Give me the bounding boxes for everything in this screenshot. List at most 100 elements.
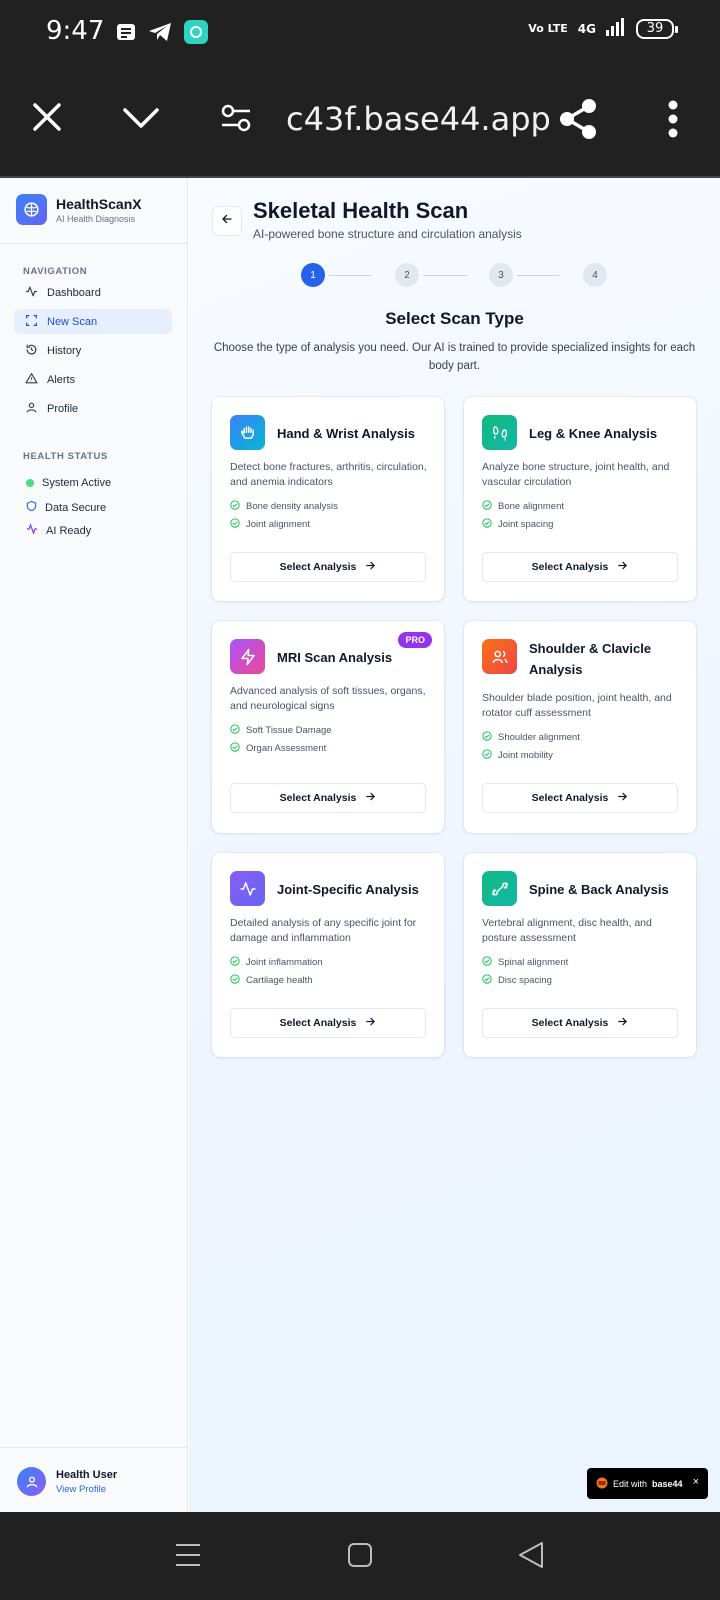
- feature-item: Joint inflammation: [230, 956, 323, 969]
- telegram-icon: [148, 22, 172, 47]
- select-analysis-button[interactable]: Select Analysis: [230, 783, 426, 813]
- step-connector: [517, 274, 559, 276]
- pro-badge: PRO: [398, 632, 432, 648]
- close-icon[interactable]: ×: [693, 1476, 699, 1488]
- edit-with-base44-badge[interactable]: Edit with base44 ×: [587, 1468, 708, 1499]
- step-4: 4: [583, 263, 607, 287]
- web-viewport: HealthScanX AI Health Diagnosis NAVIGATI…: [0, 178, 720, 1512]
- check-circle-icon: [482, 749, 492, 762]
- arrow-right-icon: [365, 791, 376, 805]
- history-icon: [25, 343, 38, 359]
- main-content: Skeletal Health Scan AI-powered bone str…: [189, 178, 720, 1512]
- activity-icon: [230, 871, 265, 906]
- feature-item: Shoulder alignment: [482, 731, 580, 744]
- close-icon[interactable]: [32, 102, 62, 137]
- users-icon: [482, 639, 517, 674]
- status-time: 9:47: [46, 16, 105, 46]
- status-data-secure: Data Secure: [26, 500, 106, 515]
- feature-item: Organ Assessment: [230, 742, 326, 755]
- sidebar-item-dashboard[interactable]: Dashboard: [14, 280, 172, 305]
- hand-icon: [230, 415, 265, 450]
- sidebar-item-history[interactable]: History: [14, 338, 172, 363]
- sidebar-item-profile[interactable]: Profile: [14, 396, 172, 421]
- alert-triangle-icon: [25, 372, 38, 388]
- arrow-left-icon: [221, 212, 233, 230]
- check-circle-icon: [230, 956, 240, 969]
- card-spine-back[interactable]: Spine & Back Analysis Vertebral alignmen…: [464, 853, 696, 1057]
- signal-icon: [606, 18, 626, 40]
- step-3: 3: [489, 263, 513, 287]
- check-circle-icon: [482, 731, 492, 744]
- user-name: Health User: [56, 1469, 118, 1481]
- check-circle-icon: [482, 956, 492, 969]
- activity-icon: [25, 285, 38, 301]
- recent-apps-icon[interactable]: [175, 1542, 201, 1573]
- back-nav-icon[interactable]: [518, 1541, 544, 1574]
- home-icon[interactable]: [348, 1542, 372, 1573]
- card-title: Spine & Back Analysis: [529, 882, 669, 897]
- step-2: 2: [395, 263, 419, 287]
- sidebar-item-label: Dashboard: [47, 286, 101, 299]
- sidebar-item-label: New Scan: [47, 315, 98, 328]
- card-title: Shoulder & Clavicle Analysis: [529, 641, 652, 677]
- site-settings-icon[interactable]: [220, 102, 252, 139]
- step-connector: [423, 274, 467, 276]
- sidebar-item-label: Alerts: [47, 373, 76, 386]
- section-title: Select Scan Type: [385, 309, 524, 328]
- view-profile-link[interactable]: View Profile: [56, 1484, 106, 1495]
- brand[interactable]: HealthScanX AI Health Diagnosis: [16, 194, 142, 225]
- health-status-title: HEALTH STATUS: [23, 451, 108, 462]
- edit-badge-brand: base44: [652, 1478, 683, 1489]
- more-vert-icon[interactable]: [668, 100, 678, 143]
- card-hand-wrist[interactable]: Hand & Wrist Analysis Detect bone fractu…: [212, 397, 444, 601]
- card-title: MRI Scan Analysis: [277, 650, 393, 665]
- card-title: Joint-Specific Analysis: [277, 882, 419, 897]
- feature-item: Disc spacing: [482, 974, 552, 987]
- sidebar-item-alerts[interactable]: Alerts: [14, 367, 172, 392]
- status-bar: 9:47 Vo LTE 4G 39: [0, 0, 720, 66]
- sidebar-item-new-scan[interactable]: New Scan: [14, 309, 172, 334]
- check-circle-icon: [482, 974, 492, 987]
- user-icon: [25, 401, 38, 417]
- footprints-icon: [482, 415, 517, 450]
- avatar: [17, 1467, 46, 1496]
- check-circle-icon: [230, 742, 240, 755]
- shield-icon: [26, 500, 37, 515]
- select-analysis-button[interactable]: Select Analysis: [482, 552, 678, 582]
- bone-icon: [482, 871, 517, 906]
- card-mri-scan[interactable]: PRO MRI Scan Analysis Advanced analysis …: [212, 621, 444, 833]
- brain-icon: [16, 194, 47, 225]
- check-circle-icon: [230, 500, 240, 513]
- card-leg-knee[interactable]: Leg & Knee Analysis Analyze bone structu…: [464, 397, 696, 601]
- back-button[interactable]: [212, 206, 242, 236]
- arrow-right-icon: [365, 1016, 376, 1030]
- android-nav-bar: [0, 1512, 720, 1600]
- zap-icon: [230, 639, 265, 674]
- check-circle-icon: [482, 518, 492, 531]
- feature-item: Soft Tissue Damage: [230, 724, 332, 737]
- chevron-down-icon[interactable]: [122, 106, 160, 135]
- select-analysis-button[interactable]: Select Analysis: [482, 1008, 678, 1038]
- select-analysis-button[interactable]: Select Analysis: [482, 783, 678, 813]
- url-text[interactable]: c43f.base44.app: [286, 100, 551, 138]
- share-icon[interactable]: [558, 98, 598, 145]
- arrow-right-icon: [365, 560, 376, 574]
- card-joint-specific[interactable]: Joint-Specific Analysis Detailed analysi…: [212, 853, 444, 1057]
- network-type: 4G: [577, 22, 596, 36]
- card-description: Shoulder blade position, joint health, a…: [482, 692, 672, 719]
- sidebar-item-label: History: [47, 344, 82, 357]
- card-description: Advanced analysis of soft tissues, organ…: [230, 685, 426, 712]
- user-profile-box[interactable]: Health User View Profile: [0, 1447, 188, 1512]
- step-1: 1: [301, 263, 325, 287]
- status-system-active: System Active: [26, 477, 111, 489]
- arrow-right-icon: [617, 791, 628, 805]
- select-analysis-button[interactable]: Select Analysis: [230, 1008, 426, 1038]
- select-analysis-button[interactable]: Select Analysis: [230, 552, 426, 582]
- feature-item: Joint mobility: [482, 749, 553, 762]
- sidebar: HealthScanX AI Health Diagnosis NAVIGATI…: [0, 178, 188, 1512]
- feature-item: Bone density analysis: [230, 500, 338, 513]
- volte-indicator: Vo LTE: [528, 22, 568, 35]
- card-shoulder-clavicle[interactable]: Shoulder & Clavicle Analysis Shoulder bl…: [464, 621, 696, 833]
- card-title: Hand & Wrist Analysis: [277, 426, 415, 441]
- card-description: Vertebral alignment, disc health, and po…: [482, 917, 652, 944]
